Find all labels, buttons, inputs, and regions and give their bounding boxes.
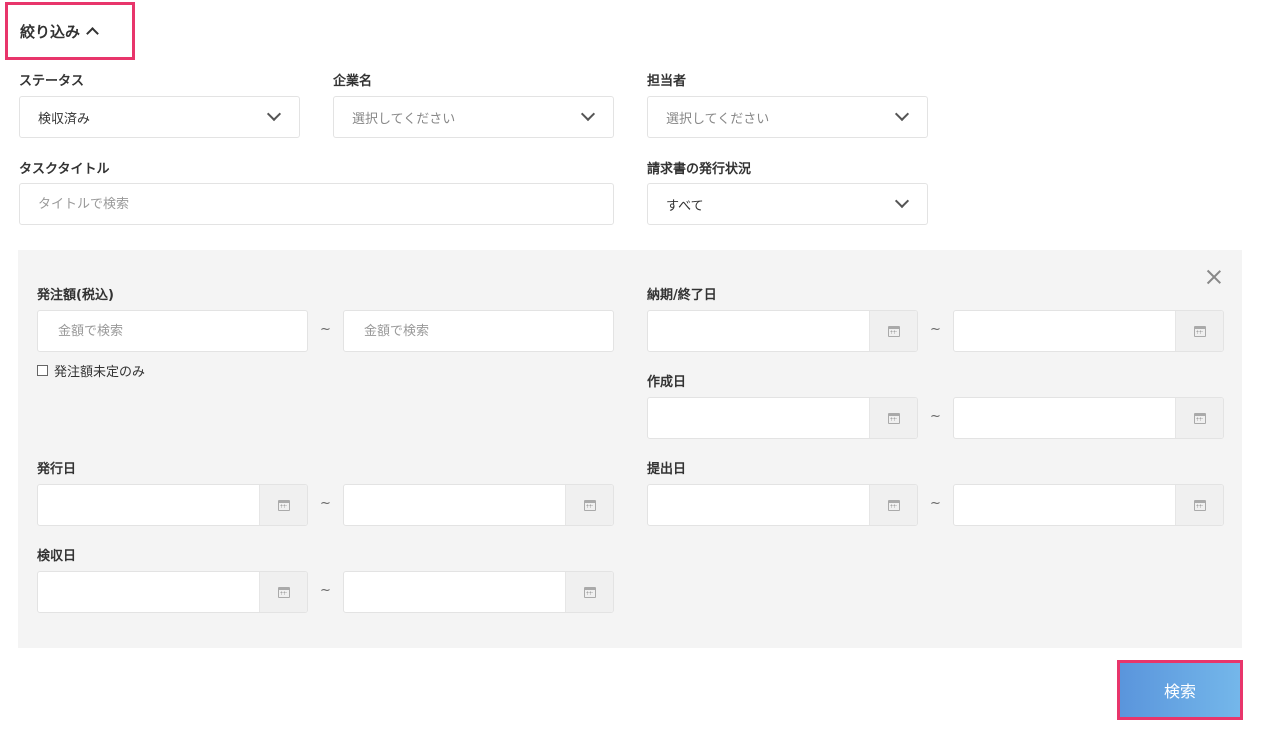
invoice-status-label: 請求書の発行状況 xyxy=(647,162,752,177)
calendar-icon xyxy=(887,325,900,337)
chevron-down-icon xyxy=(266,106,282,122)
issued-date-label: 発行日 xyxy=(37,462,77,477)
company-select-value: 選択してください xyxy=(352,111,456,127)
chevron-down-icon xyxy=(894,193,910,209)
accepted-date-from-input[interactable] xyxy=(37,571,308,613)
calendar-icon xyxy=(277,499,290,511)
close-icon[interactable] xyxy=(1205,268,1223,286)
range-separator: ~ xyxy=(930,409,941,424)
accepted-date-label: 検収日 xyxy=(37,549,77,564)
search-button[interactable]: 検索 xyxy=(1117,660,1243,720)
calendar-button[interactable] xyxy=(1175,485,1223,525)
submitted-date-from-input[interactable] xyxy=(647,484,918,526)
calendar-icon xyxy=(277,586,290,598)
status-select[interactable]: 検収済み xyxy=(19,96,300,138)
order-amount-undecided-checkbox-row[interactable]: 発注額未定のみ xyxy=(37,361,145,380)
order-amount-undecided-label: 発注額未定のみ xyxy=(54,365,146,380)
range-separator: ~ xyxy=(320,496,331,511)
assignee-select-value: 選択してください xyxy=(666,111,770,127)
calendar-icon xyxy=(583,499,596,511)
calendar-icon xyxy=(583,586,596,598)
range-separator: ~ xyxy=(320,322,331,337)
calendar-icon xyxy=(887,499,900,511)
order-amount-undecided-checkbox[interactable] xyxy=(37,365,48,376)
order-amount-max-input[interactable] xyxy=(343,310,614,352)
issued-date-from-input[interactable] xyxy=(37,484,308,526)
calendar-button[interactable] xyxy=(869,485,917,525)
calendar-button[interactable] xyxy=(259,572,307,612)
created-date-label: 作成日 xyxy=(647,375,687,390)
task-title-label: タスクタイトル xyxy=(19,162,110,177)
calendar-icon xyxy=(1193,412,1206,424)
chevron-down-icon xyxy=(894,106,910,122)
assignee-label: 担当者 xyxy=(647,74,687,89)
calendar-button[interactable] xyxy=(869,311,917,351)
calendar-button[interactable] xyxy=(565,485,613,525)
due-date-label: 納期/終了日 xyxy=(647,288,717,303)
status-select-value: 検収済み xyxy=(38,111,91,127)
accepted-date-to-input[interactable] xyxy=(343,571,614,613)
calendar-button[interactable] xyxy=(1175,398,1223,438)
task-title-input[interactable] xyxy=(19,183,614,225)
range-separator: ~ xyxy=(930,322,941,337)
company-label: 企業名 xyxy=(333,74,373,89)
calendar-icon xyxy=(1193,499,1206,511)
invoice-status-select-value: すべて xyxy=(666,198,704,214)
filter-toggle[interactable]: 絞り込み xyxy=(5,2,135,60)
calendar-icon xyxy=(1193,325,1206,337)
calendar-button[interactable] xyxy=(1175,311,1223,351)
calendar-button[interactable] xyxy=(869,398,917,438)
range-separator: ~ xyxy=(320,583,331,598)
invoice-status-select[interactable]: すべて xyxy=(647,183,928,225)
calendar-button[interactable] xyxy=(565,572,613,612)
chevron-up-icon xyxy=(86,27,99,40)
status-label: ステータス xyxy=(19,74,85,89)
order-amount-min-input[interactable] xyxy=(37,310,308,352)
assignee-select[interactable]: 選択してください xyxy=(647,96,928,138)
calendar-button[interactable] xyxy=(259,485,307,525)
order-amount-label: 発注額(税込) xyxy=(37,288,114,303)
due-date-to-input[interactable] xyxy=(953,310,1224,352)
due-date-from-input[interactable] xyxy=(647,310,918,352)
company-select[interactable]: 選択してください xyxy=(333,96,614,138)
issued-date-to-input[interactable] xyxy=(343,484,614,526)
created-date-from-input[interactable] xyxy=(647,397,918,439)
created-date-to-input[interactable] xyxy=(953,397,1224,439)
calendar-icon xyxy=(887,412,900,424)
filter-toggle-label: 絞り込み xyxy=(20,22,81,41)
range-separator: ~ xyxy=(930,496,941,511)
submitted-date-to-input[interactable] xyxy=(953,484,1224,526)
chevron-down-icon xyxy=(580,106,596,122)
submitted-date-label: 提出日 xyxy=(647,462,687,477)
